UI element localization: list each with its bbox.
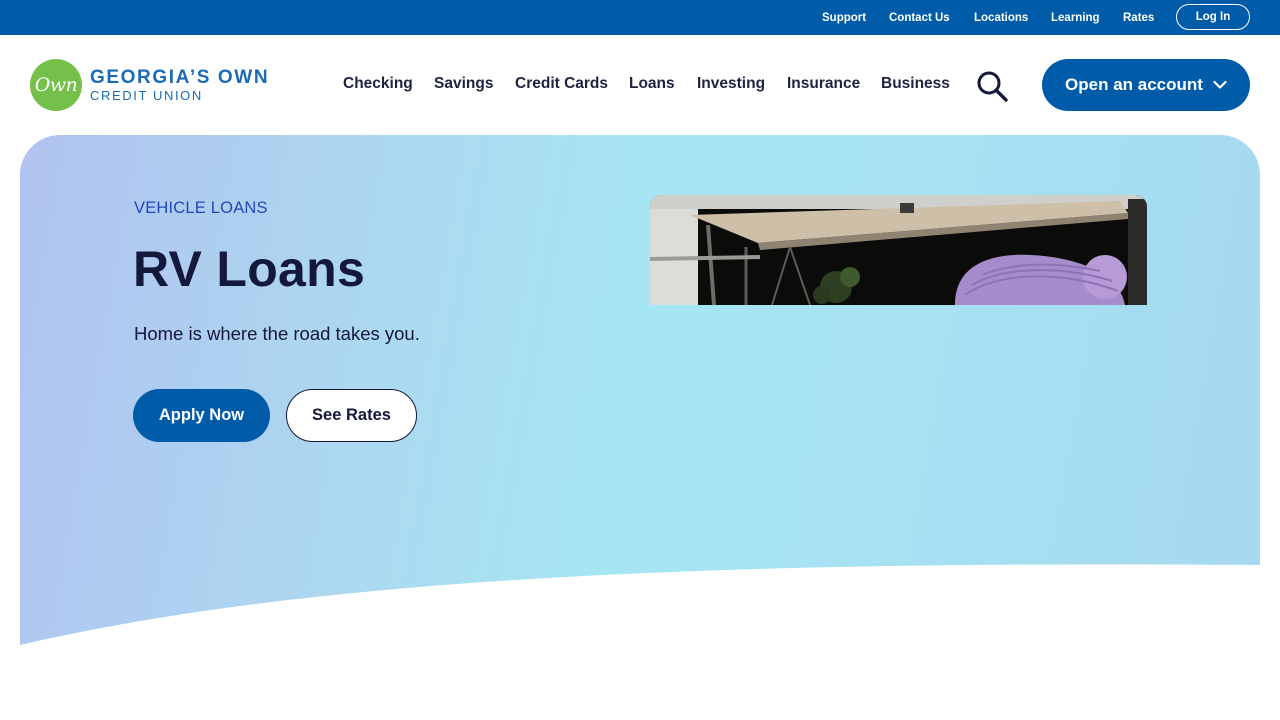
nav-item-savings[interactable]: Savings (434, 75, 493, 93)
logo-mark: Own (30, 59, 82, 111)
utility-link-support[interactable]: Support (822, 12, 866, 24)
logo-name-line2: CREDIT UNION (90, 87, 203, 103)
nav-item-loans[interactable]: Loans (629, 75, 675, 93)
nav-item-investing[interactable]: Investing (697, 75, 765, 93)
hero-eyebrow: VEHICLE LOANS (134, 199, 268, 217)
utility-link-rates[interactable]: Rates (1123, 12, 1154, 24)
chevron-down-icon (1213, 80, 1227, 89)
utility-bar: Support Contact Us Locations Learning Ra… (0, 0, 1280, 35)
logo-name-line1: GEORGIA’S OWN (90, 66, 270, 88)
hero-subtitle: Home is where the road takes you. (134, 323, 420, 344)
utility-link-locations[interactable]: Locations (974, 12, 1028, 24)
utility-link-learning[interactable]: Learning (1051, 12, 1100, 24)
logo[interactable]: Own GEORGIA’S OWN CREDIT UNION (30, 59, 280, 111)
open-account-button[interactable]: Open an account (1042, 59, 1250, 111)
logo-wordmark: GEORGIA’S OWN CREDIT UNION (90, 66, 270, 103)
utility-link-contact-us[interactable]: Contact Us (889, 12, 950, 24)
page-title: RV Loans (133, 241, 366, 297)
hero-photo (650, 195, 1147, 305)
apply-now-button[interactable]: Apply Now (133, 389, 270, 442)
nav-item-insurance[interactable]: Insurance (787, 75, 860, 93)
see-rates-button[interactable]: See Rates (286, 389, 417, 442)
login-button[interactable]: Log In (1176, 4, 1250, 30)
open-account-label: Open an account (1065, 75, 1203, 94)
nav-item-checking[interactable]: Checking (343, 75, 413, 93)
search-icon[interactable] (976, 70, 1008, 102)
nav-item-credit-cards[interactable]: Credit Cards (515, 75, 608, 93)
nav-item-business[interactable]: Business (881, 75, 950, 93)
